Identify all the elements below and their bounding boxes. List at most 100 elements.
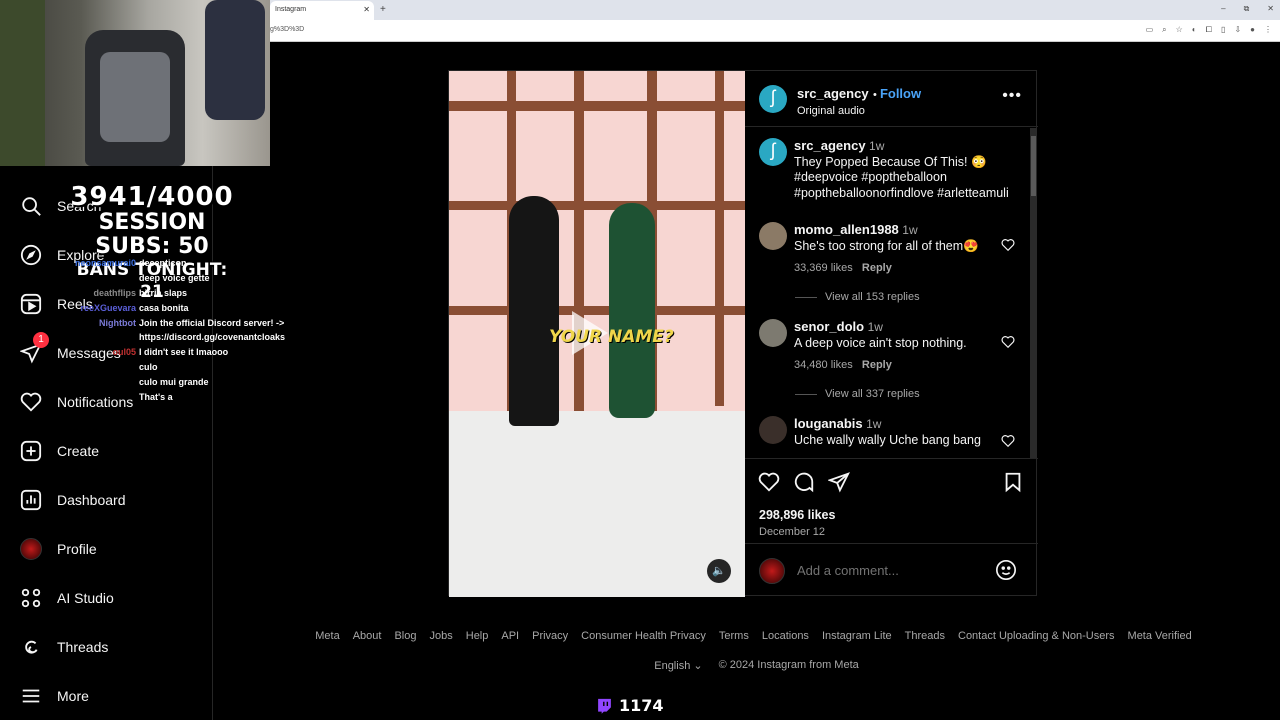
comment-like-icon[interactable] (1001, 238, 1015, 252)
tab-close-icon[interactable]: ✕ (363, 5, 370, 14)
audio-label[interactable]: Original audio (797, 105, 921, 117)
chat-line: Nightbot Join the official Discord server… (55, 318, 284, 330)
author-avatar[interactable] (759, 85, 787, 113)
sidebar-item-label: Threads (57, 639, 109, 655)
downloads-icon[interactable]: ⇩ (1234, 25, 1241, 35)
sidebar-item-threads[interactable]: Threads (20, 636, 108, 658)
install-icon[interactable]: ▭ (1146, 25, 1154, 35)
footer-link[interactable]: Contact Uploading & Non-Users (958, 630, 1115, 642)
search-icon (22, 197, 41, 216)
footer-link[interactable]: Threads (905, 630, 945, 642)
footer-link[interactable]: Instagram Lite (822, 630, 892, 642)
new-tab-icon[interactable]: + (380, 4, 386, 15)
view-replies-button[interactable]: View all 153 replies (795, 291, 920, 303)
caption-username[interactable]: src_agency (794, 138, 866, 153)
scrollbar-thumb[interactable] (1031, 136, 1036, 196)
sidebar-item-profile[interactable]: Profile (20, 538, 97, 560)
caption-hashtags[interactable]: #deepvoice #poptheballoon (794, 170, 1024, 186)
view-replies-button[interactable]: View all 337 replies (795, 388, 920, 400)
comment-username[interactable]: senor_dolo (794, 319, 864, 334)
sidebar-item-dashboard[interactable]: Dashboard (20, 489, 126, 511)
emoji-icon[interactable] (995, 559, 1017, 581)
comment-likes[interactable]: 34,480 likes (794, 359, 853, 371)
hamburger-menu-icon (22, 689, 40, 703)
chat-username (55, 332, 139, 344)
chevron-down-icon: ⌄ (693, 660, 703, 672)
sidebar-item-ai-studio[interactable]: AI Studio (20, 587, 114, 609)
caption-avatar[interactable] (759, 138, 787, 166)
like-icon[interactable] (758, 471, 780, 493)
chat-line: That's a (55, 392, 173, 404)
footer-link[interactable]: API (501, 630, 519, 642)
chat-message: deep voice gette (139, 273, 210, 283)
reply-button[interactable]: Reply (862, 262, 892, 274)
post-video[interactable]: YOUR NAME? 🔈 (449, 71, 745, 597)
share-icon[interactable] (828, 471, 850, 493)
browser-tab-bar: Instagram ✕ + – ⧉ ✕ (270, 0, 1280, 20)
footer-link[interactable]: About (353, 630, 382, 642)
comment-icon[interactable] (793, 471, 815, 493)
sidebar-item-label: Dashboard (57, 492, 126, 508)
comment-username[interactable]: louganabis (794, 416, 863, 431)
comments-scrollbar[interactable] (1030, 128, 1037, 458)
comment-time: 1w (867, 320, 883, 334)
comment-username[interactable]: momo_allen1988 (794, 222, 899, 237)
add-comment-input[interactable] (797, 563, 977, 578)
sidebar-item-create[interactable]: Create (20, 440, 99, 462)
chat-username (55, 362, 139, 374)
comment-like-icon[interactable] (1001, 335, 1015, 349)
commenter-avatar[interactable] (759, 416, 787, 444)
reply-button[interactable]: Reply (862, 359, 892, 371)
sidebar-icon[interactable]: ▯ (1221, 25, 1225, 35)
save-bookmark-icon[interactable] (1002, 471, 1024, 493)
chat-message: https://discord.gg/covenantcloaks (139, 332, 286, 342)
commenter-avatar[interactable] (759, 222, 787, 250)
media-icon[interactable]: ◐ (1192, 25, 1197, 35)
footer-link[interactable]: Help (466, 630, 489, 642)
language-selector[interactable]: English ⌄ (654, 659, 702, 672)
extensions-icon[interactable]: ⧠ (1206, 25, 1212, 35)
footer-link[interactable]: Meta (315, 630, 339, 642)
chat-line: oul05 I didn't see it lmaooo (55, 347, 228, 359)
footer-link[interactable]: Jobs (430, 630, 453, 642)
address-bar[interactable]: g%3D%3D (270, 26, 304, 33)
follow-button[interactable]: Follow (880, 86, 921, 101)
sidebar-item-more[interactable]: More (20, 685, 89, 707)
heart-icon (20, 392, 42, 412)
footer-link[interactable]: Locations (762, 630, 809, 642)
comment-text: She's too strong for all of them😍 (794, 238, 979, 253)
bookmark-star-icon[interactable]: ☆ (1176, 25, 1183, 35)
post-likes-count[interactable]: 298,896 likes (759, 508, 835, 522)
chat-username: neonsamurai0 (74, 258, 136, 268)
footer-link[interactable]: Privacy (532, 630, 568, 642)
menu-icon[interactable]: ⋮ (1264, 25, 1272, 35)
chat-message: decepticon (139, 258, 187, 268)
footer-link[interactable]: Blog (394, 630, 416, 642)
footer-link[interactable]: Terms (719, 630, 749, 642)
chat-line: https://discord.gg/covenantcloaks (55, 332, 285, 344)
zoom-icon[interactable]: ⌕ (1162, 25, 1166, 35)
video-beam (715, 71, 724, 406)
browser-tab[interactable]: Instagram ✕ (270, 1, 374, 20)
profile-icon[interactable]: ● (1250, 25, 1255, 35)
language-label: English (654, 660, 691, 672)
comment-text: A deep voice ain't stop nothing. (794, 335, 967, 350)
minimize-icon[interactable]: – (1221, 4, 1225, 14)
more-options-icon[interactable]: ••• (1002, 87, 1022, 105)
restore-icon[interactable]: ⧉ (1244, 4, 1250, 14)
footer-link[interactable]: Consumer Health Privacy (581, 630, 706, 642)
comment-like-icon[interactable] (1001, 434, 1015, 448)
footer-link[interactable]: Meta Verified (1128, 630, 1192, 642)
author-username[interactable]: src_agency (797, 86, 869, 101)
twitch-icon (598, 698, 611, 714)
comment-body: louganabis 1w Uche wally wally Uche bang… (794, 416, 1004, 448)
comment-likes[interactable]: 33,369 likes (794, 262, 853, 274)
messages-badge: 1 (33, 332, 49, 348)
audio-muted-icon[interactable]: 🔈 (707, 559, 731, 583)
webcam-feed (0, 0, 270, 166)
close-window-icon[interactable]: ✕ (1267, 4, 1274, 14)
commenter-avatar[interactable] (759, 319, 787, 347)
compass-icon (20, 244, 42, 266)
caption-hashtags[interactable]: #poptheballoonorfindlove #arletteamuli (794, 186, 1024, 202)
webcam-chair-detail (100, 52, 170, 142)
